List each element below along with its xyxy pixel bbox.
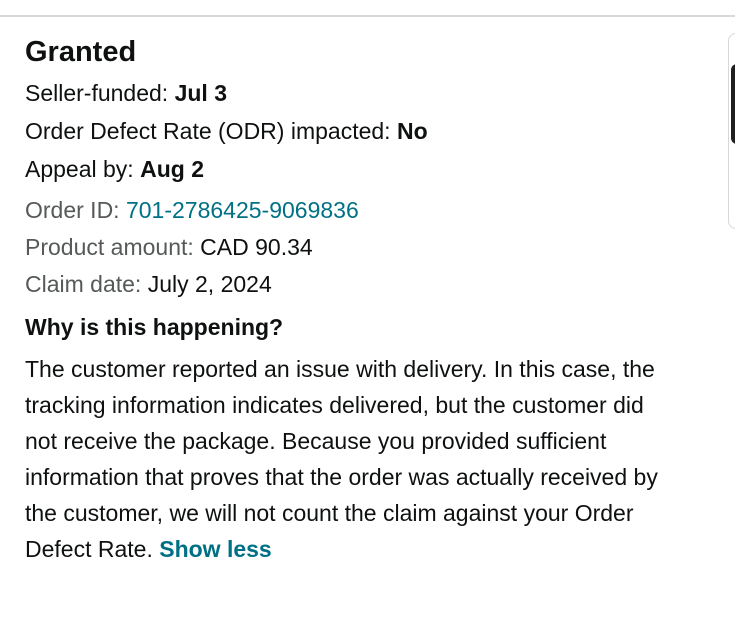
product-amount-row: Product amount: CAD 90.34 <box>25 229 685 266</box>
appeal-by-label: Appeal by: <box>25 156 141 182</box>
claim-details-panel: Granted Seller-funded: Jul 3 Order Defec… <box>25 34 685 567</box>
product-amount-label: Product amount: <box>25 234 201 260</box>
seller-funded-label: Seller-funded: <box>25 80 175 106</box>
order-id-label: Order ID: <box>25 197 126 223</box>
claim-date-value: July 2, 2024 <box>147 271 272 297</box>
seller-funded-value: Jul 3 <box>174 80 228 106</box>
explanation-text: The customer reported an issue with deli… <box>25 351 675 567</box>
claim-date-row: Claim date: July 2, 2024 <box>25 266 685 303</box>
appeal-by-value: Aug 2 <box>140 156 204 182</box>
appeal-by-row: Appeal by: Aug 2 <box>25 150 685 188</box>
product-thumbnail-image <box>731 64 735 144</box>
product-thumbnail-card[interactable] <box>728 33 735 229</box>
claim-status-title: Granted <box>25 36 137 68</box>
seller-funded-row: Seller-funded: Jul 3 <box>25 74 685 112</box>
order-id-row: Order ID: 701-2786425-9069836 <box>25 192 685 229</box>
odr-impacted-label: Order Defect Rate (ODR) impacted: <box>25 118 397 144</box>
order-id-link[interactable]: 701-2786425-9069836 <box>126 197 359 223</box>
show-less-link[interactable]: Show less <box>159 536 271 562</box>
why-happening-heading: Why is this happening? <box>25 314 284 340</box>
claim-date-label: Claim date: <box>25 271 148 297</box>
top-divider <box>0 15 735 17</box>
product-amount-value: CAD 90.34 <box>200 234 313 260</box>
order-info-block: Order ID: 701-2786425-9069836 Product am… <box>25 192 685 303</box>
odr-impacted-value: No <box>396 118 428 144</box>
explanation-body: The customer reported an issue with deli… <box>25 356 658 562</box>
odr-impacted-row: Order Defect Rate (ODR) impacted: No <box>25 112 685 150</box>
